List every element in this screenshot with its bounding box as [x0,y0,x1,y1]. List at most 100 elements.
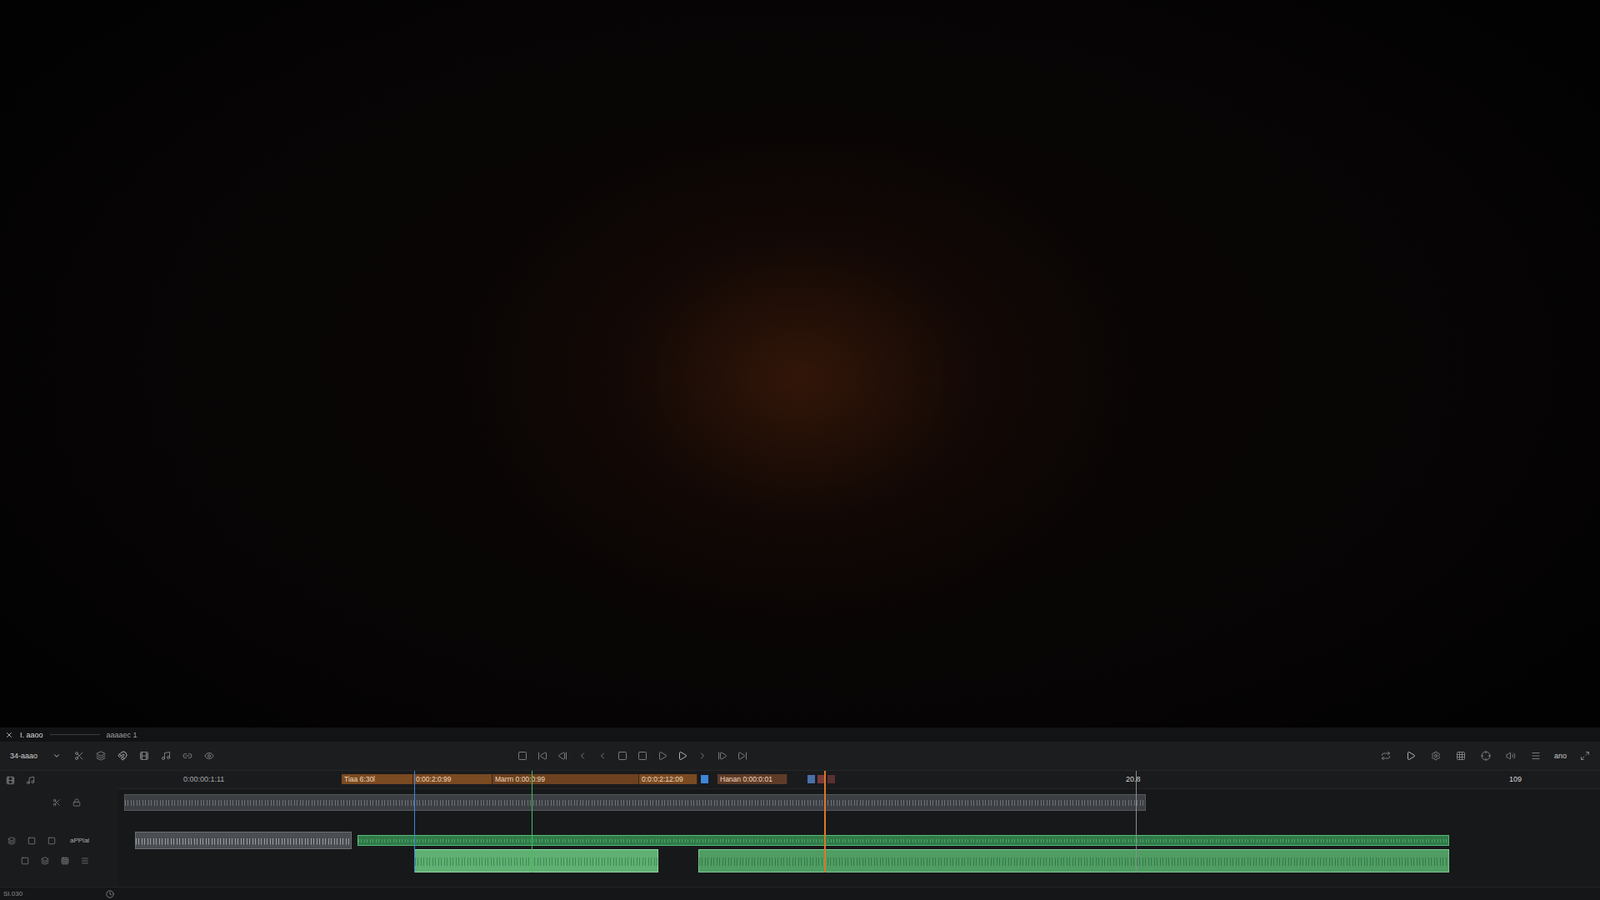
grid-icon [1455,750,1466,761]
maximize-button[interactable] [1578,749,1592,763]
panel-subtitle: aaaaec 1 [106,730,138,740]
go-end-button[interactable] [735,749,750,763]
play-reverse-button[interactable] [655,749,670,763]
menu-button[interactable] [1529,749,1543,763]
track-layers-button[interactable] [5,834,19,848]
snap-button[interactable] [115,749,130,763]
settings-icon [1430,750,1441,761]
track-tool-button[interactable] [50,795,64,810]
maximize-icon [1580,750,1590,761]
link-icon [182,750,193,761]
header-rule [50,734,100,735]
track-layers-icon [7,836,16,845]
timeline-marker[interactable]: 0:00:2:0:99 [413,774,493,785]
marker-flag[interactable] [827,775,835,784]
next-frame-icon [697,750,708,761]
preview-canvas [0,0,1600,728]
prev-frame-button[interactable] [575,749,590,763]
preview-button[interactable] [1404,749,1418,763]
timeline-marker[interactable]: Hanan 0:00:0:01 [717,774,788,785]
cursor-line [531,770,533,873]
back-icon [597,750,608,761]
toolbar-label: ano [1554,751,1567,760]
time-ruler: 0:00:00:1:11 Tiaa 6:30l0:00:2:0:99Marrn 0… [117,770,1600,790]
track-solo-icon [27,836,36,845]
video-track-icon [5,775,15,785]
track-mute-icon [47,836,56,845]
clip-button[interactable] [137,749,151,763]
marker-flag[interactable] [700,775,709,784]
prev-frame-icon [577,750,588,761]
timeline-body: aPPlal 0:00:00:1:11 Tiaa 6:30l0:00:2:0:99M… [0,770,1600,887]
track-b-button[interactable] [38,854,52,868]
marker-flag[interactable] [807,775,815,784]
menu-icon [1530,750,1541,761]
play-icon [677,750,688,761]
target-button[interactable] [1479,749,1493,763]
go-end-icon [737,750,748,761]
grid-button[interactable] [1454,749,1468,763]
audio-button[interactable] [159,749,173,763]
status-label: SI.030 [3,890,23,898]
track-lock-icon [72,798,81,807]
go-start-icon [537,750,548,761]
link-button[interactable] [180,749,195,763]
frame-button[interactable] [515,749,530,763]
clock-icon [105,890,115,899]
ruler-tick: 20.8 [1125,775,1141,784]
track-d-icon [80,856,90,865]
mark-button[interactable] [635,749,650,763]
track-mute-button[interactable] [45,834,59,848]
track-tool-icon [52,798,61,807]
timeline-marker[interactable]: Tiaa 6:30l [341,774,414,785]
timeline-marker[interactable]: 0:0:0:2:12:09 [639,774,698,785]
step-forward-button[interactable] [715,749,730,763]
settings-button[interactable] [1429,749,1443,763]
audio-icon [160,750,171,761]
video-track [117,794,1600,811]
preview-icon [1405,750,1416,761]
ruler-tick: 109 [1509,775,1522,784]
mark-icon [637,750,648,761]
audio-track [117,849,1600,873]
track-a-icon [20,856,30,865]
audio-track [117,831,1600,850]
track-c-button[interactable] [58,854,72,868]
marker-flag[interactable] [817,775,825,784]
chevron-down-icon [52,751,61,760]
track-headers: aPPlal [0,770,118,887]
current-time: 0:00:00:1:11 [183,775,225,784]
clip-icon [139,750,150,761]
volume-icon [1505,750,1516,761]
stop-button[interactable] [615,749,630,763]
track-c-icon [60,856,70,865]
go-start-button[interactable] [535,749,550,763]
volume-button[interactable] [1504,749,1518,763]
audio-clip[interactable] [698,849,1450,873]
track-lock-button[interactable] [70,795,84,810]
audio-track-button[interactable] [23,773,37,787]
track-b-icon [40,856,50,865]
preset-select[interactable]: 34-aaao [10,751,65,760]
close-icon[interactable] [5,730,14,740]
back-button[interactable] [595,749,610,763]
view-icon [204,750,215,761]
video-clip[interactable] [124,794,1146,811]
razor-button[interactable] [72,749,86,763]
step-back-button[interactable] [555,749,570,763]
track-a-button[interactable] [18,854,32,868]
step-back-icon [557,750,568,761]
next-frame-button[interactable] [695,749,710,763]
layers-button[interactable] [94,749,108,763]
playhead[interactable] [824,770,826,873]
audio-clip[interactable] [357,835,1450,846]
loop-button[interactable] [1379,749,1393,763]
audio-clip[interactable] [414,849,659,873]
audio-clip[interactable] [135,831,352,850]
view-button[interactable] [202,749,216,763]
play-button[interactable] [675,749,690,763]
video-track-button[interactable] [3,773,17,787]
track-solo-button[interactable] [25,834,39,848]
timeline-marker[interactable]: Marrn 0:00:0:99 [492,774,640,785]
track-d-button[interactable] [78,854,92,868]
